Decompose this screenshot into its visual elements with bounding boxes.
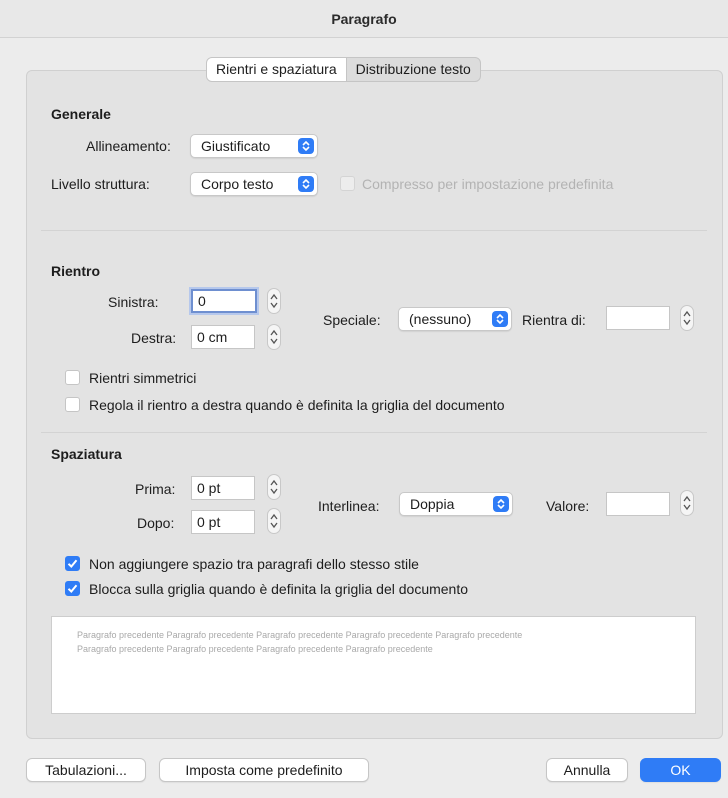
prima-label: Prima:: [135, 481, 176, 497]
section-title-spaziatura: Spaziatura: [51, 446, 122, 462]
rientra-di-label: Rientra di:: [522, 312, 586, 328]
speciale-select[interactable]: (nessuno): [398, 307, 512, 331]
dopo-field[interactable]: 0 pt: [191, 510, 255, 534]
rientri-simmetrici-checkbox[interactable]: [65, 370, 80, 385]
speciale-label: Speciale:: [323, 312, 381, 328]
dopo-stepper[interactable]: [267, 508, 281, 534]
non-aggiungere-spazio-label: Non aggiungere spazio tra paragrafi dell…: [89, 556, 419, 572]
sinistra-field[interactable]: 0: [191, 289, 257, 313]
allineamento-label: Allineamento:: [86, 138, 171, 154]
regola-rientro-label: Regola il rientro a destra quando è defi…: [89, 397, 505, 413]
stepper-arrows-icon: [683, 310, 691, 326]
ok-button[interactable]: OK: [640, 758, 721, 782]
stepper-arrows-icon: [270, 293, 278, 309]
section-title-rientro: Rientro: [51, 263, 100, 279]
checkmark-icon: [67, 584, 78, 593]
livello-struttura-value: Corpo testo: [201, 176, 274, 192]
speciale-value: (nessuno): [409, 311, 472, 327]
prima-stepper[interactable]: [267, 474, 281, 500]
rientri-simmetrici-label: Rientri simmetrici: [89, 370, 197, 386]
compresso-checkbox[interactable]: [340, 176, 355, 191]
dopo-label: Dopo:: [137, 515, 175, 531]
rientra-di-stepper[interactable]: [680, 305, 694, 331]
annulla-button[interactable]: Annulla: [546, 758, 628, 782]
tabulazioni-button[interactable]: Tabulazioni...: [26, 758, 146, 782]
tab-bar: Rientri e spaziatura Distribuzione testo: [206, 57, 481, 82]
stepper-arrows-icon: [270, 329, 278, 345]
rientra-di-field[interactable]: [606, 306, 670, 330]
valore-field[interactable]: [606, 492, 670, 516]
divider: [41, 432, 707, 433]
window-title: Paragrafo: [331, 10, 397, 27]
checkmark-icon: [67, 559, 78, 568]
non-aggiungere-spazio-checkbox[interactable]: [65, 556, 80, 571]
destra-label: Destra:: [131, 330, 177, 346]
regola-rientro-checkbox[interactable]: [65, 397, 80, 412]
preview-line: Paragrafo precedente Paragrafo precedent…: [77, 644, 433, 654]
chevron-updown-icon: [298, 176, 314, 192]
destra-field[interactable]: 0 cm: [191, 325, 255, 349]
valore-label: Valore:: [546, 498, 590, 514]
title-bar: Paragrafo: [0, 0, 728, 38]
section-title-generale: Generale: [51, 106, 111, 122]
destra-stepper[interactable]: [267, 324, 281, 350]
blocca-griglia-checkbox[interactable]: [65, 581, 80, 596]
livello-struttura-select[interactable]: Corpo testo: [190, 172, 318, 196]
preview-line: Paragrafo precedente Paragrafo precedent…: [77, 630, 523, 640]
imposta-predefinito-button[interactable]: Imposta come predefinito: [159, 758, 369, 782]
stepper-arrows-icon: [683, 495, 691, 511]
sinistra-stepper[interactable]: [267, 288, 281, 314]
chevron-updown-icon: [493, 496, 509, 512]
stepper-arrows-icon: [270, 513, 278, 529]
blocca-griglia-label: Blocca sulla griglia quando è definita l…: [89, 581, 469, 597]
compresso-label: Compresso per impostazione predefinita: [362, 176, 614, 192]
allineamento-value: Giustificato: [201, 138, 271, 154]
paragraph-preview: Paragrafo precedente Paragrafo precedent…: [51, 616, 696, 714]
livello-struttura-label: Livello struttura:: [51, 176, 150, 192]
prima-field[interactable]: 0 pt: [191, 476, 255, 500]
divider: [41, 230, 707, 231]
interlinea-select[interactable]: Doppia: [399, 492, 513, 516]
chevron-updown-icon: [298, 138, 314, 154]
interlinea-label: Interlinea:: [318, 498, 380, 514]
tab-rientri-spaziatura[interactable]: Rientri e spaziatura: [207, 58, 347, 81]
stepper-arrows-icon: [270, 479, 278, 495]
interlinea-value: Doppia: [410, 496, 455, 512]
tab-distribuzione-testo[interactable]: Distribuzione testo: [347, 58, 480, 81]
sinistra-label: Sinistra:: [108, 294, 159, 310]
chevron-updown-icon: [492, 311, 508, 327]
allineamento-select[interactable]: Giustificato: [190, 134, 318, 158]
valore-stepper[interactable]: [680, 490, 694, 516]
